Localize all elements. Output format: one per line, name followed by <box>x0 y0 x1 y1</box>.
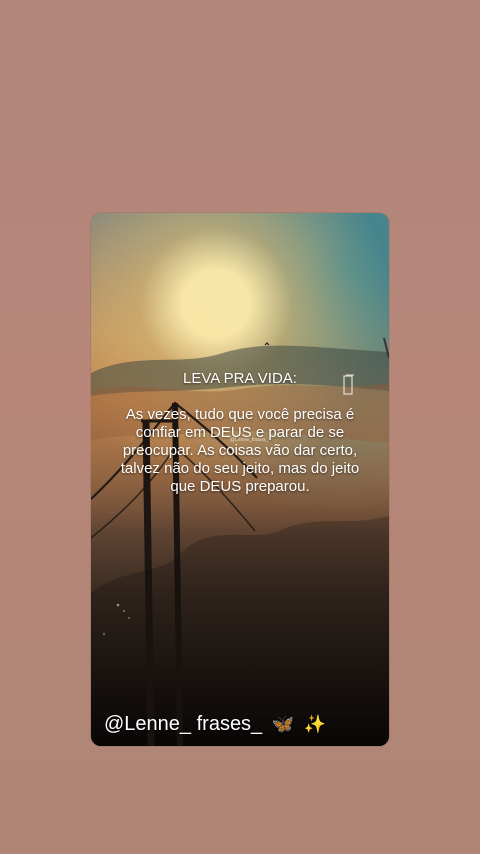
story-image-card: LEVA PRA VIDA: As vezes, tudo que você p… <box>91 213 389 746</box>
small-watermark: @Lenne_frases_ <box>230 437 269 443</box>
butterfly-icon: 🦋 <box>271 714 295 734</box>
sparkles-icon: ✨ <box>303 714 327 734</box>
quote-text-block: LEVA PRA VIDA: As vezes, tudo que você p… <box>107 370 373 496</box>
quote-body: As vezes, tudo que você precisa é confia… <box>120 406 360 495</box>
author-handle: @Lenne_ frases_ <box>104 713 263 735</box>
author-signature: @Lenne_ frases_ 🦋 ✨ <box>104 712 326 736</box>
quote-title: LEVA PRA VIDA: <box>183 370 297 387</box>
